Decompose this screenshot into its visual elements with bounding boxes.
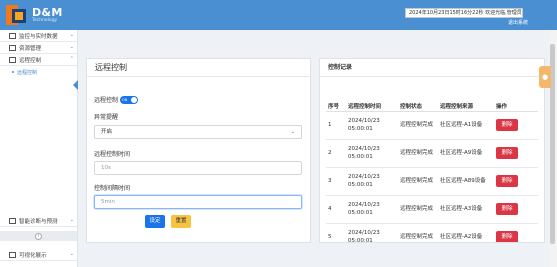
control-records-panel: 控制记录 序号 远程控制时间 控制状态 远程控制来源 操作 1 2024/10/…: [319, 58, 545, 243]
resource-icon: [9, 44, 16, 51]
cell-no: 2: [326, 139, 346, 168]
sidebar-item-resources[interactable]: 资源管理 ⌄: [0, 42, 77, 54]
chevron-up-icon: ⌃: [69, 56, 74, 62]
sidebar-item-label: 远程控制: [19, 57, 42, 64]
delete-button[interactable]: 删除: [496, 175, 518, 187]
monitor-icon: [9, 32, 16, 39]
datetime-user-info: 2024年10月23日15时16分22秒 欢迎光临,管理员: [405, 8, 523, 18]
delete-button[interactable]: 删除: [496, 147, 518, 159]
sidebar: 监控与实时数据 ⌄ 资源管理 ⌄ 远程控制 ⌃ 远程控制 智能诊断与预测 ⌄ ‹…: [0, 30, 78, 267]
column-header: 远程控制时间: [346, 87, 398, 112]
alert-select-value: 开启: [101, 129, 113, 135]
remote-control-switch[interactable]: ON: [120, 95, 139, 104]
sidebar-item-label: 监控与实时数据: [19, 33, 58, 40]
switch-text: ON: [122, 97, 128, 102]
diagnosis-icon: [9, 217, 16, 224]
logo: D&M Technology: [4, 3, 63, 27]
column-header: 操作: [494, 87, 538, 112]
sidebar-item-diagnosis[interactable]: 智能诊断与预测 ⌄: [0, 215, 77, 227]
logo-mark-icon: [6, 5, 26, 25]
sidebar-item-remote-control[interactable]: 远程控制 ⌃: [0, 54, 77, 66]
sidebar-subitem-label: 远程控制: [17, 69, 38, 76]
alert-select[interactable]: 开启 ⌄: [94, 125, 302, 139]
sidebar-collapse-bar[interactable]: ‹: [0, 231, 77, 241]
cell-source: 社区远程-A1设备: [438, 111, 494, 140]
set-button[interactable]: 设定: [145, 215, 165, 228]
interval-input[interactable]: 5min: [94, 195, 302, 209]
chevron-down-icon: ⌄: [69, 32, 74, 38]
bullet-icon: [12, 71, 14, 73]
top-header: D&M Technology 2024年10月23日15时16分22秒 欢迎光临…: [0, 0, 557, 30]
table-row: 3 2024/10/23 05:00:01 远程控制完成 社区远程-A89设备 …: [326, 167, 538, 196]
chevron-down-icon: ⌄: [69, 251, 74, 257]
cell-time: 2024/10/23 05:00:01: [346, 139, 398, 168]
delete-button[interactable]: 删除: [496, 119, 518, 131]
logout-link[interactable]: 退出系统: [508, 19, 528, 26]
column-header: 远程控制来源: [438, 87, 494, 112]
column-header: 控制状态: [398, 87, 438, 112]
cell-no: 5: [326, 223, 346, 242]
remote-toggle-row: 远程控制 ON: [94, 95, 139, 104]
sidebar-item-monitoring[interactable]: 监控与实时数据 ⌄: [0, 30, 77, 42]
records-table: 序号 远程控制时间 控制状态 远程控制来源 操作 1 2024/10/23 05…: [326, 87, 538, 242]
table-header-row: 序号 远程控制时间 控制状态 远程控制来源 操作: [326, 87, 538, 112]
sidebar-item-label: 可视化展示: [19, 252, 47, 259]
cell-no: 3: [326, 167, 346, 196]
cell-no: 1: [326, 111, 346, 140]
floating-side-tab[interactable]: ●: [539, 66, 551, 88]
delete-button[interactable]: 删除: [496, 231, 518, 242]
cell-source: 社区远程-A9设备: [438, 139, 494, 168]
cell-no: 4: [326, 195, 346, 224]
chevron-down-icon: ⌄: [290, 129, 295, 135]
panel-title: 远程控制: [87, 59, 310, 77]
chevron-down-icon: ⌄: [69, 217, 74, 223]
logo-text: D&M: [32, 5, 63, 19]
time-label: 远程控制时间: [94, 151, 131, 158]
table-row: 4 2024/10/23 05:00:01 远程控制完成 社区远程-A3设备 删…: [326, 195, 538, 224]
cell-status: 远程控制完成: [398, 223, 438, 242]
sidebar-subitem-remote-control[interactable]: 远程控制: [0, 66, 77, 78]
table-row: 5 2024/10/23 05:00:01 远程控制完成 社区远程-A2设备 删…: [326, 223, 538, 242]
chevron-down-icon: ⌄: [69, 44, 74, 50]
delete-button[interactable]: 删除: [496, 203, 518, 215]
cell-status: 远程控制完成: [398, 167, 438, 196]
cell-time: 2024/10/23 05:00:01: [346, 223, 398, 242]
switch-knob: [131, 96, 138, 103]
control-time-input[interactable]: 10s: [94, 161, 302, 175]
remote-control-label: 远程控制: [94, 97, 119, 104]
panel-title: 控制记录: [320, 59, 544, 77]
alert-label: 异常提醒: [94, 114, 119, 121]
sidebar-item-visualization[interactable]: 可视化展示 ⌄: [0, 249, 77, 261]
cell-source: 社区远程-A3设备: [438, 195, 494, 224]
column-header: 序号: [326, 87, 346, 112]
sidebar-item-label: 资源管理: [19, 45, 42, 52]
active-indicator: [73, 80, 78, 90]
reset-button[interactable]: 重置: [171, 215, 191, 228]
cell-source: 社区远程-A89设备: [438, 167, 494, 196]
cell-time: 2024/10/23 05:00:01: [346, 167, 398, 196]
interval-label: 控制间隔时间: [94, 185, 131, 192]
cell-time: 2024/10/23 05:00:01: [346, 111, 398, 140]
cell-status: 远程控制完成: [398, 195, 438, 224]
remote-control-panel: 远程控制 远程控制 ON 异常提醒 开启 ⌄ 远程控制时间 10s 控制间隔时间…: [86, 58, 311, 243]
table-row: 2 2024/10/23 05:00:01 远程控制完成 社区远程-A9设备 删…: [326, 139, 538, 168]
collapse-icon[interactable]: ‹: [35, 232, 42, 240]
chart-icon: [9, 251, 16, 258]
remote-icon: [9, 56, 16, 63]
sidebar-item-label: 智能诊断与预测: [19, 218, 58, 225]
cell-status: 远程控制完成: [398, 139, 438, 168]
cell-source: 社区远程-A2设备: [438, 223, 494, 242]
cell-status: 远程控制完成: [398, 111, 438, 140]
table-row: 1 2024/10/23 05:00:01 远程控制完成 社区远程-A1设备 删…: [326, 111, 538, 140]
cell-time: 2024/10/23 05:00:01: [346, 195, 398, 224]
